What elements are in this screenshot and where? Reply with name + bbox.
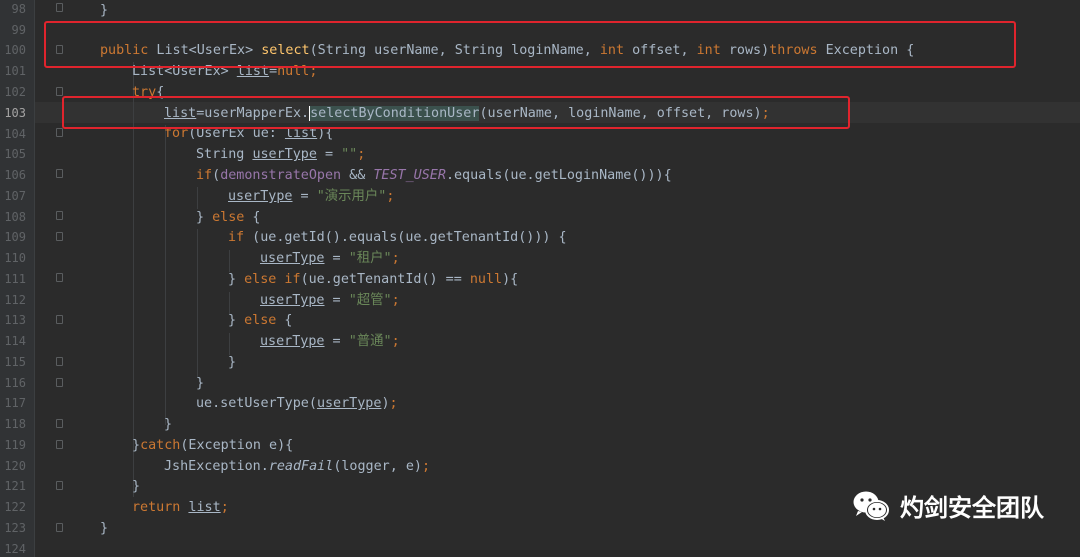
code-line: }catch(Exception e){ (132, 438, 294, 453)
code-line: userType = "超管"; (260, 293, 400, 308)
highlight-box-method-signature (44, 21, 1016, 68)
watermark: 灼剑安全团队 (852, 488, 1044, 523)
code-line: } (100, 3, 109, 18)
code-line: userType = "普通"; (260, 334, 400, 349)
code-line: } else if(ue.getTenantId() == null){ (228, 272, 519, 287)
highlight-box-mapper-call (62, 96, 850, 129)
code-line: return list; (132, 500, 229, 515)
code-line: } else { (196, 210, 261, 225)
watermark-text: 灼剑安全团队 (900, 494, 1044, 522)
code-line: String userType = ""; (196, 147, 366, 162)
code-line: } (196, 376, 205, 391)
code-line: } (164, 417, 173, 432)
wechat-icon (853, 491, 889, 521)
code-line: userType = "演示用户"; (228, 189, 395, 204)
code-line: } else { (228, 313, 293, 328)
code-line: if (ue.getId().equals(ue.getTenantId()))… (228, 230, 567, 245)
code-line: ue.setUserType(userType); (196, 396, 398, 411)
code-line: } (132, 479, 141, 494)
code-line: JshException.readFail(logger, e); (164, 459, 431, 474)
code-line: } (100, 521, 109, 536)
code-line: } (228, 355, 237, 370)
code-editor[interactable]: } public List<UserEx> select(String user… (0, 0, 1080, 557)
code-line: userType = "租户"; (260, 251, 400, 266)
code-line: if(demonstrateOpen && TEST_USER.equals(u… (196, 168, 672, 183)
